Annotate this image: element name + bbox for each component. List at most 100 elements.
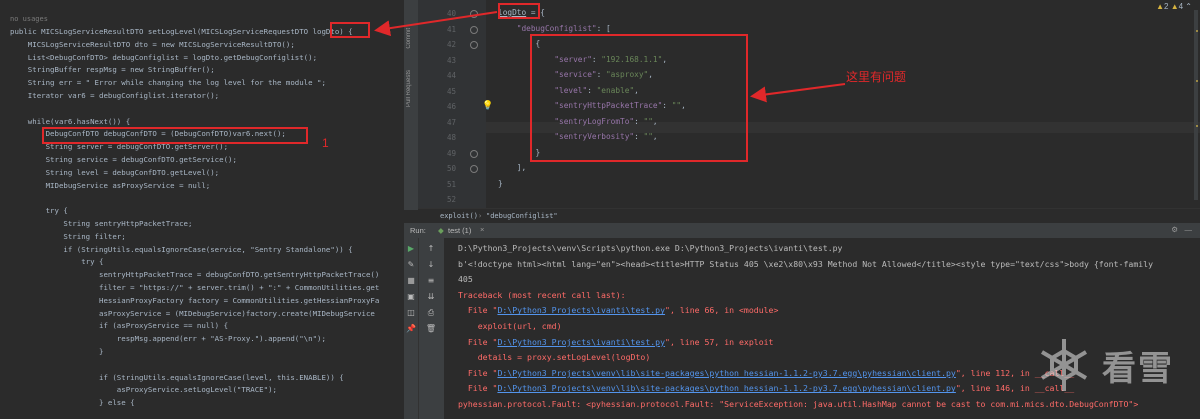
breadcrumb-item-debugconfiglist[interactable]: "debugConfiglist" — [486, 212, 558, 220]
lightbulb-icon[interactable]: 💡 — [482, 101, 493, 111]
line-number: 43 — [446, 55, 456, 65]
commit-tab[interactable]: Commit — [406, 28, 412, 49]
code-line: } — [10, 347, 104, 356]
editor-scrollbar[interactable] — [1194, 10, 1198, 200]
console-text: File " — [458, 367, 498, 378]
pin-icon[interactable]: 📌 — [404, 324, 418, 333]
code-token: } — [498, 178, 503, 188]
warning-count: 2 — [1164, 2, 1169, 11]
restore-layout-icon[interactable]: ▣ — [404, 292, 418, 301]
watermark: 看雪 — [1034, 335, 1184, 395]
console-line: 405 — [458, 274, 473, 285]
chevron-up-icon[interactable]: ⌃ — [1185, 2, 1192, 11]
console-line: exploit(url, cmd) — [458, 321, 562, 331]
run-toolbar-column-1: ▶ ✎ ■ ▣ ◫ 📌 — [404, 238, 419, 419]
code-line: String err = " Error while changing the … — [10, 78, 326, 88]
usages-hint: no usages — [10, 15, 48, 23]
annotation-text: 这里有问题 — [846, 70, 907, 84]
weak-warning-icon: ▲ — [1170, 2, 1179, 11]
iterator-next-highlight — [42, 127, 308, 144]
pull-requests-tab[interactable]: Pull Requests — [406, 70, 412, 107]
left-code-editor[interactable]: no usages public MICSLogServiceResultDTO… — [0, 0, 404, 419]
code-line: "debugConfiglist": [ — [498, 23, 611, 34]
console-line: pyhessian.protocol.Fault: <pyhessian.pro… — [458, 399, 1139, 409]
camera-icon[interactable]: ◫ — [404, 308, 418, 317]
warning-marker[interactable] — [1196, 80, 1198, 82]
fold-marker-icon[interactable] — [470, 165, 478, 173]
python-icon: ◆ — [438, 226, 444, 235]
code-line: String sentryHttpPacketTrace; — [10, 219, 193, 228]
scroll-end-icon[interactable]: ⇊ — [424, 292, 438, 301]
code-line: try { — [10, 206, 68, 216]
side-tool-strip: Commit Pull Requests — [404, 0, 419, 210]
wrench-icon[interactable]: ✎ — [404, 260, 418, 269]
code-line: MICSLogServiceResultDTO dto = new MICSLo… — [10, 39, 295, 49]
right-code-editor[interactable]: 40 41 42 43 44 45 46 47 48 49 50 51 52 logDto = { "d… — [418, 0, 1200, 208]
code-line: try { — [10, 257, 104, 267]
code-line: List<DebugConfDTO> debugConfiglist = log… — [10, 52, 318, 62]
code-line: while(var6.hasNext()) { — [10, 116, 131, 126]
file-link[interactable]: D:\Python3_Projects\venv\lib\site-packag… — [497, 368, 955, 378]
warning-marker[interactable] — [1196, 30, 1198, 32]
watermark-text: 看雪 — [1102, 350, 1174, 388]
code-line: public MICSLogServiceResultDTO setLogLev… — [10, 27, 353, 36]
logdto-param-highlight — [330, 22, 370, 38]
console-line: File "D:\Python3_Projects\ivanti\test.py… — [458, 336, 774, 348]
code-token: ], — [498, 163, 527, 172]
run-tab[interactable]: test (1) — [448, 226, 471, 235]
console-line: File "D:\Python3_Projects\venv\lib\site-… — [458, 367, 1074, 379]
breadcrumb-item-exploit[interactable]: exploit() — [440, 212, 478, 220]
file-link[interactable]: D:\Python3_Projects\venv\lib\site-packag… — [497, 383, 955, 393]
warning-marker[interactable] — [1196, 125, 1198, 127]
line-number: 47 — [446, 117, 456, 127]
run-toolbar-column-2: ↑ ↓ ≡ ⇊ ⎙ 🗑 — [418, 238, 445, 419]
fold-marker-icon[interactable] — [470, 25, 478, 34]
line-number: 49 — [446, 148, 456, 158]
code-line: MIDebugService asProxyService = null; — [10, 180, 211, 190]
console-line: details = proxy.setLogLevel(logDto) — [458, 352, 651, 363]
warning-icon: ▲ — [1156, 2, 1164, 11]
console-line: D:\Python3_Projects\venv\Scripts\python.… — [458, 243, 843, 253]
breadcrumb: exploit() › "debugConfiglist" — [418, 208, 1200, 223]
snowflake-logo-icon — [1040, 339, 1088, 391]
print-icon[interactable]: ⎙ — [424, 308, 438, 318]
line-number: 44 — [446, 71, 456, 80]
close-tab-icon[interactable]: × — [480, 225, 484, 234]
file-link[interactable]: D:\Python3_Projects\ivanti\test.py — [497, 305, 665, 315]
console-line: Traceback (most recent call last): — [458, 289, 626, 300]
fold-marker-icon[interactable] — [470, 10, 478, 18]
rerun-icon[interactable]: ▶ — [404, 244, 418, 253]
run-toolbar: Run: ◆ test (1) × ⚙ — — [404, 223, 1200, 239]
inspection-widget[interactable]: ▲2 ▲4 ⌃ — [1156, 2, 1192, 11]
code-line: String service = debugConfDTO.getService… — [10, 155, 237, 164]
settings-icon[interactable]: ⚙ — [1171, 225, 1178, 234]
code-line: Iterator var6 = debugConfiglist.iterator… — [10, 91, 220, 100]
code-line: filter = "https://" + server.trim() + ":… — [10, 283, 380, 292]
fold-marker-icon[interactable] — [470, 149, 478, 158]
console-text: File " — [458, 336, 498, 347]
console-text: File " — [458, 383, 498, 394]
line-gutter: 40 41 42 43 44 45 46 47 48 49 50 51 52 — [418, 0, 486, 208]
code-line: if (StringUtils.equalsIgnoreCase(service… — [10, 244, 353, 254]
line-number: 52 — [446, 195, 456, 204]
arrow-up-icon[interactable]: ↑ — [424, 244, 438, 253]
arrow-down-icon[interactable]: ↓ — [424, 260, 438, 269]
line-number: 42 — [446, 40, 456, 49]
soft-wrap-icon[interactable]: ≡ — [424, 276, 438, 285]
line-number: 48 — [446, 133, 456, 142]
line-number: 50 — [446, 164, 456, 173]
trash-icon[interactable]: 🗑 — [424, 324, 438, 333]
console-line: File "D:\Python3_Projects\ivanti\test.py… — [458, 304, 779, 316]
code-line: HessianProxyFactory factory = CommonUtil… — [10, 295, 380, 305]
annotation-number: 1 — [322, 136, 329, 150]
line-number: 51 — [446, 179, 456, 189]
weak-warning-count: 4 — [1178, 2, 1184, 11]
breadcrumb-separator: › — [478, 212, 483, 220]
console-text: ", line 57, in exploit — [665, 336, 774, 347]
code-token: "debugConfiglist" — [498, 23, 597, 33]
code-line: ], — [498, 162, 526, 173]
minimize-icon[interactable]: — — [1185, 225, 1193, 234]
fold-marker-icon[interactable] — [470, 41, 478, 49]
stop-icon[interactable]: ■ — [404, 276, 418, 285]
file-link[interactable]: D:\Python3_Projects\ivanti\test.py — [497, 337, 665, 347]
